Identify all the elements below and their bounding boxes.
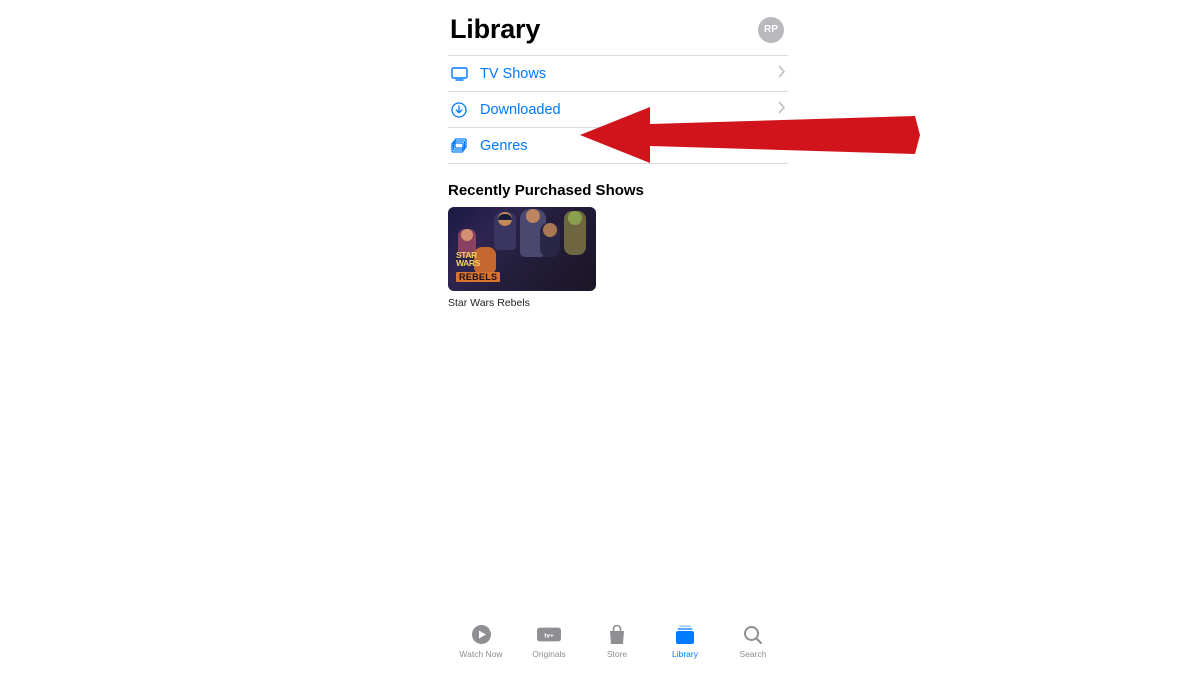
row-downloaded[interactable]: Downloaded [448,92,788,128]
genres-icon [450,137,468,155]
chevron-right-icon [778,101,786,119]
tab-originals[interactable]: tv+ Originals [515,624,583,659]
page-title: Library [450,14,540,45]
bag-icon [605,624,629,646]
chevron-right-icon [778,65,786,83]
library-icon [673,624,697,646]
tab-label: Store [607,649,627,659]
row-genres[interactable]: Genres [448,128,788,164]
avatar[interactable]: RP [758,17,784,43]
apple-tv-icon: tv+ [537,624,561,646]
tab-store[interactable]: Store [583,624,651,659]
show-thumbnail: STAR WARS REBELS [448,207,596,291]
tab-label: Search [740,649,767,659]
tab-label: Watch Now [459,649,502,659]
download-icon [450,101,468,119]
tab-label: Library [672,649,698,659]
tab-watch-now[interactable]: Watch Now [447,624,515,659]
show-card[interactable]: STAR WARS REBELS Star Wars Rebels [448,207,596,309]
show-title: Star Wars Rebels [448,297,596,309]
play-circle-icon [469,624,493,646]
row-label: TV Shows [480,66,778,82]
tv-icon [450,65,468,83]
row-tv-shows[interactable]: TV Shows [448,56,788,92]
library-screen: Library RP TV Shows Downloaded [448,10,788,309]
row-label: Downloaded [480,102,778,118]
library-list: TV Shows Downloaded Genres [448,55,788,164]
svg-text:tv+: tv+ [544,632,554,639]
tab-search[interactable]: Search [719,624,787,659]
tab-bar: Watch Now tv+ Originals Store Library Se… [447,613,787,665]
row-label: Genres [480,138,778,154]
tab-label: Originals [532,649,566,659]
section-title-recently-purchased: Recently Purchased Shows [448,182,788,199]
show-logo: STAR WARS REBELS [456,252,516,285]
chevron-right-icon [778,137,786,155]
tab-library[interactable]: Library [651,624,719,659]
search-icon [741,624,765,646]
library-header: Library RP [448,10,788,55]
